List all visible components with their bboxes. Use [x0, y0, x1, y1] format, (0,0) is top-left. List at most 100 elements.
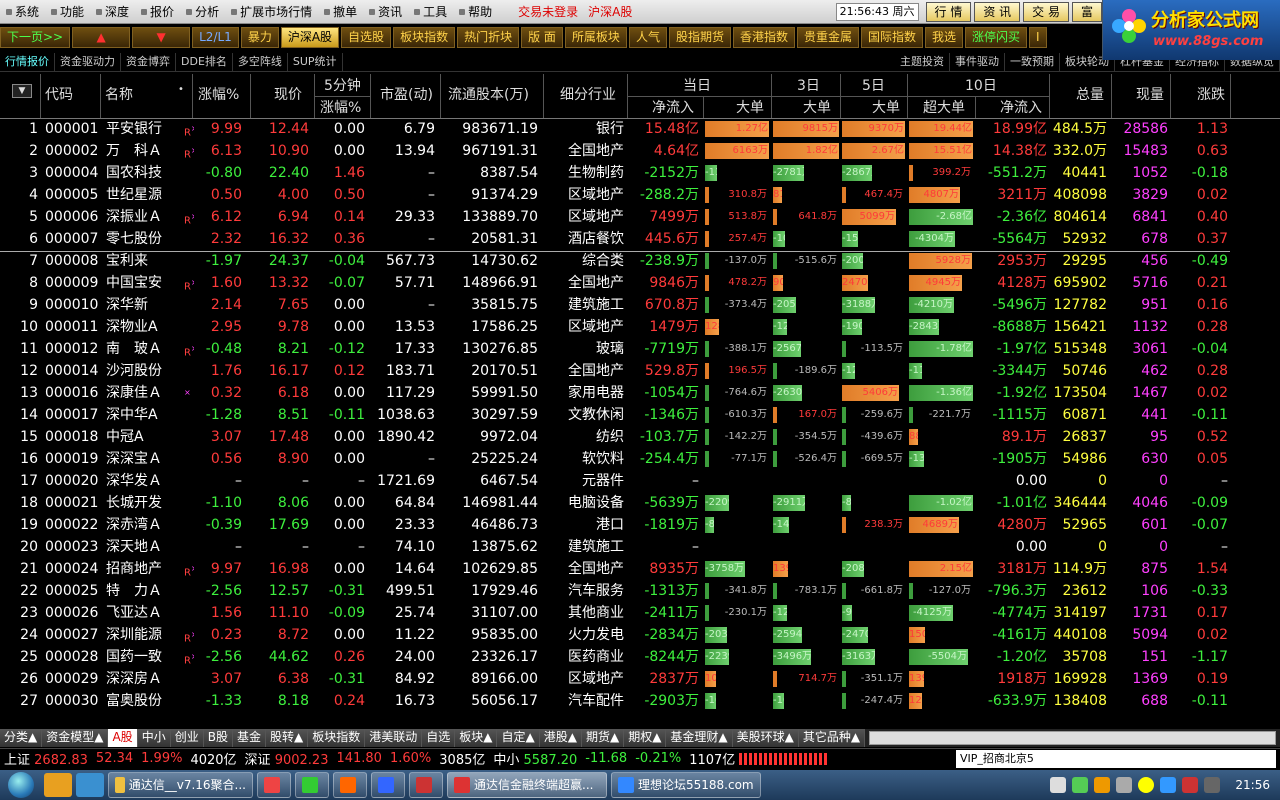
column-menu-icon[interactable]: ▼: [12, 84, 32, 98]
tab-share-transfer[interactable]: 股转▲: [265, 729, 309, 747]
header-big-order-today[interactable]: 大单: [736, 97, 764, 117]
header-super-big[interactable]: 超大单: [923, 97, 965, 117]
table-row[interactable]: 11 000012 南 玻Ａ -0.48 8.21 -0.12 17.33 130276.85…: [0, 338, 1280, 360]
table-row[interactable]: 27 000030 富奥股份 -1.33 8.18 0.24 16.73 56056.17 汽车…: [0, 690, 1280, 712]
security-icon[interactable]: [1094, 777, 1111, 793]
table-row[interactable]: 1 000001 平安银行 9.99 12.44 0.00 6.79 983671.19 银行 1…: [0, 118, 1280, 140]
menu-item-depth[interactable]: 深度: [90, 0, 135, 24]
tab-a-shares[interactable]: A股: [108, 729, 138, 747]
tab-us-global[interactable]: 美股环球▲: [732, 729, 799, 747]
add-icon[interactable]: [1138, 777, 1155, 793]
header-price[interactable]: 现价: [274, 84, 302, 104]
table-row[interactable]: 14 000017 深中华A -1.28 8.51 -0.11 1038.63 30297.5…: [0, 404, 1280, 426]
monitor-icon[interactable]: [1204, 777, 1221, 793]
tab-capital-game[interactable]: 资金博弈: [121, 53, 176, 71]
browser-icon[interactable]: [76, 773, 104, 797]
table-row[interactable]: 17 000020 深华发Ａ – – –1721.69 6467.54 元器件 –0.00 0 0–: [0, 470, 1280, 492]
toolbar-my-pick[interactable]: 我选: [925, 27, 964, 48]
table-row[interactable]: 19 000022 深赤湾Ａ -0.39 17.69 0.00 23.33 46486.73 港…: [0, 514, 1280, 536]
menu-item-help[interactable]: 帮助: [453, 0, 498, 24]
table-row[interactable]: 8 000009 中国宝安 1.60 13.32 -0.07 57.71 148966.91 全…: [0, 272, 1280, 294]
network-icon[interactable]: [1072, 777, 1089, 793]
toolbar-watchlist[interactable]: 自选股: [341, 27, 392, 48]
sz-index[interactable]: 深证 9002.23: [241, 749, 333, 768]
horizontal-scrollbar[interactable]: [869, 731, 1276, 745]
tab-capital-driver[interactable]: 资金驱动力: [55, 53, 121, 71]
tab-fund[interactable]: 基金: [232, 729, 266, 747]
menu-item-tools[interactable]: 工具: [408, 0, 453, 24]
menu-item-system[interactable]: 系统: [0, 0, 45, 24]
tab-other[interactable]: 其它品种▲: [798, 729, 866, 747]
quotes-button[interactable]: 行 情: [925, 1, 972, 22]
tab-futures[interactable]: 期货▲: [581, 729, 625, 747]
table-row[interactable]: 12 000014 沙河股份 1.76 16.17 0.12 183.71 20170.51 全…: [0, 360, 1280, 382]
tab-watchlist[interactable]: 自选: [422, 729, 456, 747]
l2-l1-button[interactable]: L2/L1: [192, 27, 239, 48]
tab-dde-rank[interactable]: DDE排名: [176, 53, 233, 71]
table-row[interactable]: 13 000016 深康佳Ａ 0.32 6.18 0.00 117.29 59991.50 家用…: [0, 382, 1280, 404]
tab-capital-model[interactable]: 资金模型▲: [42, 729, 109, 747]
table-row[interactable]: 16 000019 深深宝Ａ 0.56 8.90 0.00 – 25225.24 软饮料 -254…: [0, 448, 1280, 470]
tab-chinext[interactable]: 创业: [170, 729, 204, 747]
table-row[interactable]: 22 000025 特 力Ａ -2.56 12.57 -0.31 499.51 17929.4…: [0, 580, 1280, 602]
wealth-button[interactable]: 富: [1071, 1, 1102, 22]
task-app-4[interactable]: [333, 772, 367, 798]
menu-item-news[interactable]: 资讯: [363, 0, 408, 24]
tab-long-short[interactable]: 多空阵线: [233, 53, 288, 71]
header-net-inflow[interactable]: 净流入: [652, 97, 694, 117]
task-tdx-folder[interactable]: 通达信__v7.16聚合...: [108, 772, 253, 798]
table-row[interactable]: 24 000027 深圳能源 0.23 8.72 0.00 11.22 95835.00 火力发…: [0, 624, 1280, 646]
header-name[interactable]: 名称: [105, 84, 133, 104]
header-volume[interactable]: 总量: [1076, 84, 1104, 104]
table-row[interactable]: 23 000026 飞亚达Ａ 1.56 11.10 -0.09 25.74 31107.00 其…: [0, 602, 1280, 624]
keyboard-icon[interactable]: [1050, 777, 1067, 793]
start-button[interactable]: [0, 770, 42, 800]
table-row[interactable]: 9 000010 深华新 2.14 7.65 0.00 – 35815.75 建筑施工 670.8…: [0, 294, 1280, 316]
header-big-order-3day[interactable]: 大单: [803, 97, 831, 117]
tab-event-driven[interactable]: 事件驱动: [950, 53, 1005, 71]
table-row[interactable]: 26 000029 深深房Ａ 3.07 6.38 -0.31 84.92 89166.00 区域…: [0, 668, 1280, 690]
tab-sector[interactable]: 板块▲: [455, 729, 498, 747]
tab-hk-stocks[interactable]: 港股▲: [539, 729, 582, 747]
tab-options[interactable]: 期权▲: [624, 729, 667, 747]
table-row[interactable]: 15 000018 中冠A 3.07 17.48 0.00 1890.42 9972.04 纺织…: [0, 426, 1280, 448]
header-net-inflow-10day[interactable]: 净流入: [1000, 97, 1042, 117]
header-updown[interactable]: 涨跌: [1197, 84, 1225, 104]
toolbar-owned-sector[interactable]: 所属板块: [564, 27, 627, 48]
zx-index[interactable]: 中小 5587.20: [489, 749, 581, 768]
toolbar-popularity[interactable]: 人气: [628, 27, 667, 48]
toolbar-sector-index[interactable]: 板块指数: [393, 27, 456, 48]
menu-item-function[interactable]: 功能: [45, 0, 90, 24]
menu-item-quote[interactable]: 报价: [135, 0, 180, 24]
table-row[interactable]: 20 000023 深天地Ａ – – – 74.10 13875.62 建筑施工 – 0.00 0 0 –: [0, 536, 1280, 558]
task-app-3[interactable]: [295, 772, 329, 798]
scroll-down-button[interactable]: ▼: [132, 27, 191, 48]
header-change-pct[interactable]: 涨幅%: [198, 84, 239, 104]
header-5min-top[interactable]: 5分钟: [324, 75, 361, 95]
tab-consensus[interactable]: 一致预期: [1005, 53, 1060, 71]
header-industry[interactable]: 细分行业: [560, 84, 616, 104]
toolbar-intl-index[interactable]: 国际指数: [861, 27, 924, 48]
table-row[interactable]: 2 000002 万 科Ａ 6.13 10.90 0.00 13.94 967191.31 全国…: [0, 140, 1280, 162]
tab-sme[interactable]: 中小: [137, 729, 171, 747]
login-status[interactable]: 交易未登录: [518, 3, 578, 20]
vip-server-label[interactable]: VIP_招商北京5: [956, 749, 1276, 768]
task-forum[interactable]: 理想论坛55188.com: [611, 772, 761, 798]
task-tdx-terminal[interactable]: 通达信金融终端超赢...: [447, 772, 607, 798]
toolbar-violent[interactable]: 暴力: [240, 27, 279, 48]
table-row[interactable]: 5 000006 深振业Ａ 6.12 6.94 0.14 29.33 133889.70 区域地…: [0, 206, 1280, 228]
toolbar-layout[interactable]: 版 面: [521, 27, 563, 48]
tab-sector-index[interactable]: 板块指数: [308, 729, 366, 747]
tab-sup-stats[interactable]: SUP统计: [288, 53, 343, 71]
tab-fund-finance[interactable]: 基金理财▲: [666, 729, 733, 747]
scroll-up-button[interactable]: ▲: [72, 27, 131, 48]
header-float-shares[interactable]: 流通股本(万): [448, 84, 529, 104]
news-button[interactable]: 资 讯: [974, 1, 1021, 22]
menu-item-analysis[interactable]: 分析: [180, 0, 225, 24]
task-app-6[interactable]: [409, 772, 443, 798]
volume-icon[interactable]: [1116, 777, 1133, 793]
header-cur-vol[interactable]: 现量: [1136, 84, 1164, 104]
toolbar-hk-index[interactable]: 香港指数: [732, 27, 795, 48]
tab-custom[interactable]: 自定▲: [497, 729, 540, 747]
table-row[interactable]: 18 000021 长城开发 -1.10 8.06 0.00 64.84 146981.44 电…: [0, 492, 1280, 514]
